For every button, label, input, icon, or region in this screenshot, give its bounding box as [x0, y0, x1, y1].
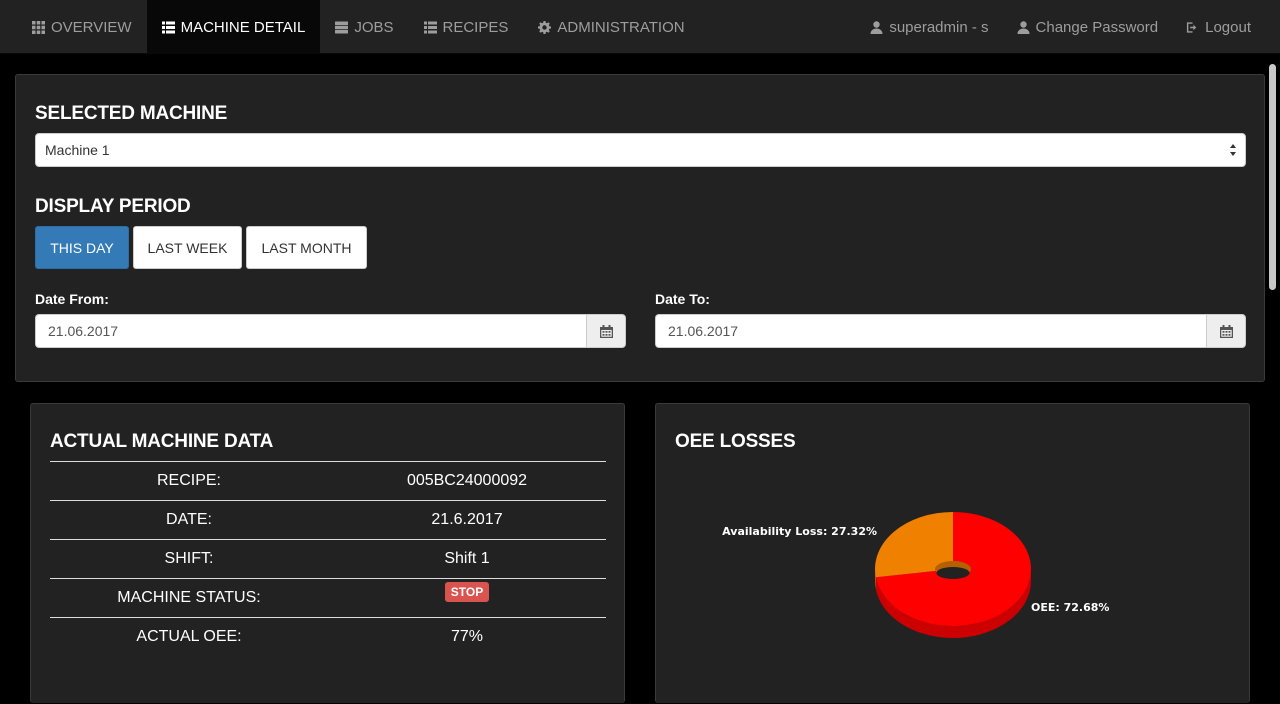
period-last-month-button[interactable]: LAST MONTH: [246, 226, 367, 269]
list-icon: [423, 21, 437, 33]
status-badge: STOP: [444, 582, 490, 602]
date-from-label: Date From:: [35, 291, 109, 307]
machine-data-table: RECIPE: 005BC24000092 DATE: 21.6.2017 SH…: [50, 461, 606, 656]
display-period-title: DISPLAY PERIOD: [35, 196, 191, 217]
nav-user[interactable]: superadmin - s: [856, 0, 1002, 54]
pie-label-0: OEE: 72.68%: [1031, 601, 1109, 614]
pie-label-1: Availability Loss: 27.32%: [722, 525, 877, 538]
user-icon: [1017, 20, 1030, 34]
nav-recipes-label: RECIPES: [442, 18, 509, 36]
filter-panel: SELECTED MACHINE Machine 1 DISPLAY PERIO…: [15, 74, 1265, 382]
shift-label: SHIFT:: [164, 550, 214, 567]
table-row: SHIFT: Shift 1: [50, 539, 606, 578]
machine-status-label: MACHINE STATUS:: [117, 589, 261, 606]
select-arrows-icon: [1230, 144, 1236, 156]
list-icon: [161, 21, 175, 33]
nav-change-password-label: Change Password: [1035, 18, 1159, 36]
user-icon: [870, 20, 883, 34]
recipe-label: RECIPE:: [156, 472, 221, 489]
date-from-calendar-button[interactable]: [586, 314, 626, 348]
actual-oee-value: 77%: [450, 628, 484, 645]
shift-value: Shift 1: [444, 550, 490, 567]
nav-logout[interactable]: Logout: [1172, 0, 1265, 54]
nav-user-label: superadmin - s: [889, 18, 989, 36]
nav-jobs-label: JOBS: [354, 18, 394, 36]
recipe-value: 005BC24000092: [406, 472, 528, 489]
date-to-group: 21.06.2017: [655, 314, 1246, 348]
date-value: 21.6.2017: [431, 511, 503, 528]
table-row: MACHINE STATUS: STOP: [50, 578, 606, 617]
date-to-input[interactable]: 21.06.2017: [655, 314, 1206, 348]
nav-right: superadmin - s Change Password Logout: [856, 0, 1280, 53]
top-navbar: OVERVIEW MACHINE DETAIL JOBS RECIPES ADM…: [0, 0, 1280, 54]
grid-icon: [32, 20, 45, 34]
nav-left: OVERVIEW MACHINE DETAIL JOBS RECIPES ADM…: [0, 0, 700, 54]
page-scrollbar[interactable]: [1269, 64, 1276, 704]
table-row: RECIPE: 005BC24000092: [50, 461, 606, 500]
actual-oee-label: ACTUAL OEE:: [136, 628, 242, 645]
date-from-input[interactable]: 21.06.2017: [35, 314, 586, 348]
nav-jobs[interactable]: JOBS: [320, 0, 408, 54]
nav-recipes[interactable]: RECIPES: [409, 0, 524, 54]
scrollbar-thumb[interactable]: [1269, 64, 1276, 290]
nav-overview[interactable]: OVERVIEW: [17, 0, 147, 54]
oee-losses-panel: OEE LOSSES OEE: 72.68% Availability Loss:…: [655, 403, 1250, 703]
nav-administration[interactable]: ADMINISTRATION: [523, 0, 699, 54]
machine-select-value: Machine 1: [45, 142, 110, 158]
table-row: DATE: 21.6.2017: [50, 500, 606, 539]
date-to-label: Date To:: [655, 291, 710, 307]
machine-data-title: ACTUAL MACHINE DATA: [50, 431, 274, 452]
logout-icon: [1187, 21, 1197, 33]
table-row: ACTUAL OEE: 77%: [50, 617, 606, 656]
nav-administration-label: ADMINISTRATION: [557, 18, 685, 36]
nav-overview-label: OVERVIEW: [51, 18, 132, 36]
nav-logout-label: Logout: [1205, 18, 1251, 36]
gear-icon: [538, 20, 552, 34]
date-label: DATE:: [166, 511, 212, 528]
machine-status-cell: STOP: [328, 582, 606, 608]
machine-data-panel: ACTUAL MACHINE DATA RECIPE: 005BC2400009…: [30, 403, 625, 703]
date-to-calendar-button[interactable]: [1206, 314, 1246, 348]
period-last-week-button[interactable]: LAST WEEK: [133, 226, 242, 269]
date-from-group: 21.06.2017: [35, 314, 626, 348]
nav-machine-detail[interactable]: MACHINE DETAIL: [146, 0, 321, 54]
nav-machine-detail-label: MACHINE DETAIL: [180, 18, 306, 36]
period-this-day-button[interactable]: THIS DAY: [35, 226, 129, 269]
calendar-icon: [1219, 324, 1233, 338]
nav-change-password[interactable]: Change Password: [1003, 0, 1173, 54]
oee-pie-chart: OEE: 72.68% Availability Loss: 27.32%: [722, 512, 1109, 638]
machine-select[interactable]: Machine 1: [35, 133, 1246, 167]
server-icon: [335, 21, 349, 33]
selected-machine-title: SELECTED MACHINE: [35, 103, 228, 124]
calendar-icon: [599, 324, 613, 338]
pie-hole: [936, 567, 970, 579]
